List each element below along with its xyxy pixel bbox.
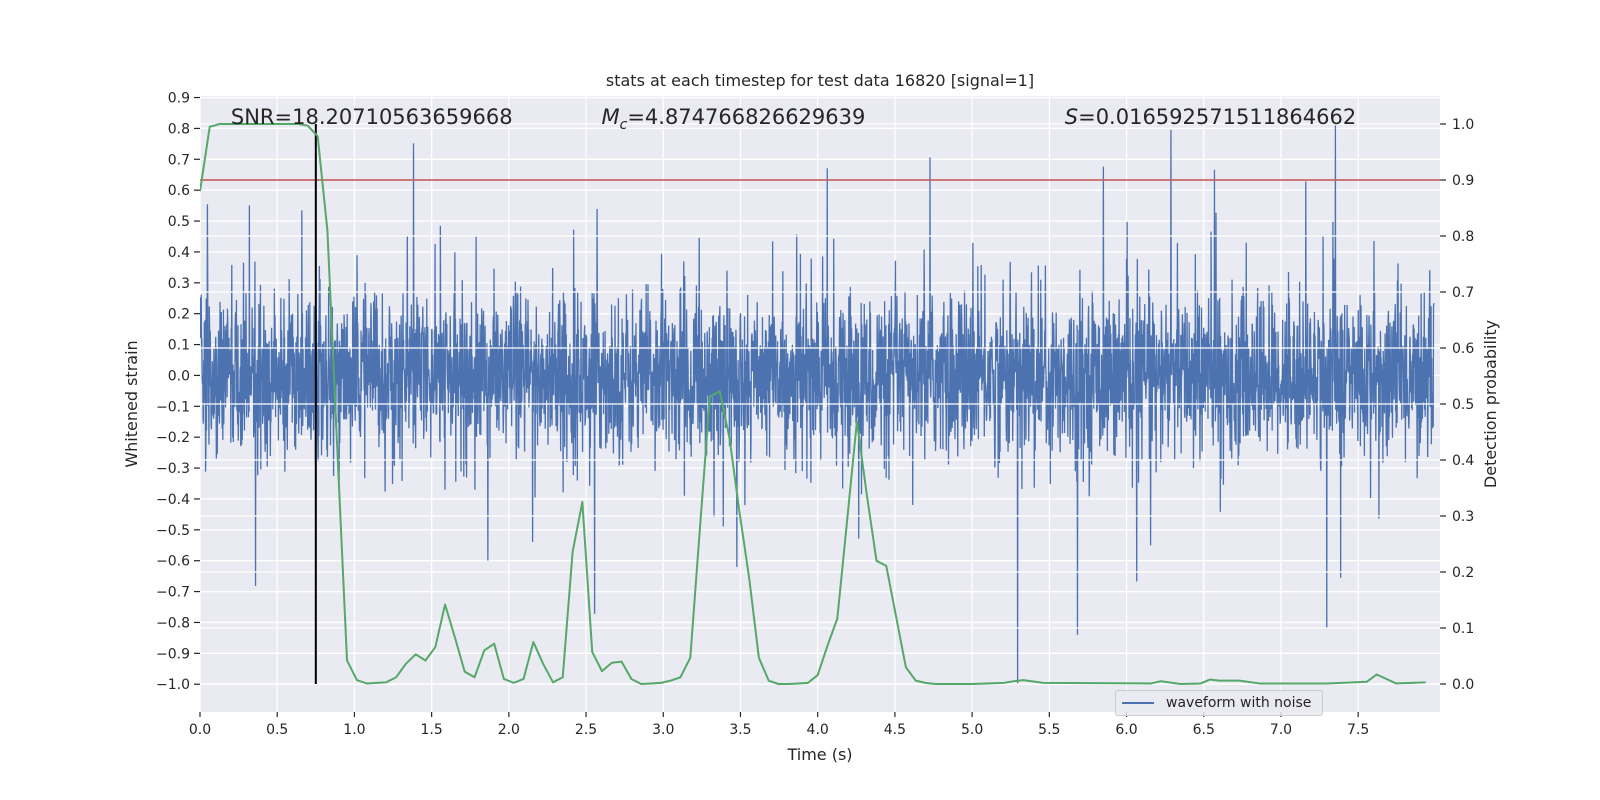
y-tick-label: 0.2	[168, 307, 190, 323]
annotation-text: S=0.016592571511864662	[1065, 105, 1356, 129]
x-tick-label: 2.0	[498, 722, 520, 738]
y-tick-label: 0.5	[168, 214, 190, 230]
y-tick-label: −0.2	[156, 430, 190, 446]
right-y-tick-label: 1.0	[1452, 117, 1474, 133]
y-tick-label: 0.4	[168, 245, 190, 261]
x-tick-label: 4.0	[807, 722, 829, 738]
right-y-tick-label: 0.3	[1452, 509, 1474, 525]
x-tick-label: 5.0	[961, 722, 983, 738]
annotation-value: =4.874766826629639	[627, 105, 865, 129]
right-y-tick-label: 0.6	[1452, 341, 1474, 357]
x-tick-label: 1.5	[420, 722, 442, 738]
x-tick-label: 1.0	[343, 722, 365, 738]
annotation-value: SNR=18.20710563659668	[231, 105, 513, 129]
right-y-tick-label: 0.2	[1452, 565, 1474, 581]
y-tick-label: 0.8	[168, 121, 190, 137]
annotation-text: Mc=4.874766826629639	[601, 105, 865, 133]
x-tick-label: 2.5	[575, 722, 597, 738]
y-tick-label: −0.4	[156, 492, 190, 508]
annotation-value: =0.016592571511864662	[1078, 105, 1356, 129]
y-tick-label: −0.3	[156, 461, 190, 477]
legend-label-waveform: waveform with noise	[1166, 695, 1312, 711]
x-tick-label: 6.0	[1115, 722, 1137, 738]
y-tick-label: 0.0	[168, 368, 190, 384]
y-tick-label: −0.5	[156, 523, 190, 539]
x-tick-label: 7.0	[1270, 722, 1292, 738]
annotations: SNR=18.20710563659668 Mc=4.87476682662963…	[231, 105, 1356, 133]
right-y-tick-label: 0.7	[1452, 285, 1474, 301]
right-y-tick-label: 0.0	[1452, 677, 1474, 693]
chart: 0.0 0.5 1.0 1.5 2.0 2.5 3.0 3.5 4.0 4.5 5.0 5.5 6.0 6…	[122, 71, 1500, 764]
right-y-tick-label: 0.4	[1452, 453, 1474, 469]
annotation-symbol: M	[601, 105, 619, 129]
chart-title: stats at each timestep for test data 168…	[606, 71, 1034, 90]
y-tick-label: −0.1	[156, 399, 190, 415]
x-tick-label: 0.0	[189, 722, 211, 738]
legend: waveform with noise	[1115, 690, 1323, 716]
y-tick-label: −0.6	[156, 554, 190, 570]
annotation-symbol: S	[1065, 105, 1078, 129]
right-y-tick-label: 0.9	[1452, 173, 1474, 189]
right-y-tick-label: 0.1	[1452, 621, 1474, 637]
x-tick-label: 4.5	[884, 722, 906, 738]
annotation-text: SNR=18.20710563659668	[231, 105, 513, 129]
y-tick-label: 0.9	[168, 91, 190, 107]
x-tick-label: 6.5	[1193, 722, 1215, 738]
x-tick-label: 7.5	[1347, 722, 1369, 738]
y-tick-label: −0.7	[156, 585, 190, 601]
right-y-axis-ticks: 0.0 0.1 0.2 0.3 0.4 0.5 0.6 0.7 0.8 0.9 1.0	[1440, 117, 1474, 693]
x-axis-label: Time (s)	[786, 745, 852, 764]
y-tick-label: −0.8	[156, 615, 190, 631]
right-y-axis-label: Detection probability	[1481, 320, 1500, 488]
y-tick-label: −1.0	[156, 677, 190, 693]
x-tick-label: 0.5	[266, 722, 288, 738]
y-tick-label: 0.7	[168, 152, 190, 168]
y-axis-label: Whitened strain	[122, 340, 141, 467]
right-y-tick-label: 0.8	[1452, 229, 1474, 245]
y-tick-label: 0.6	[168, 183, 190, 199]
x-tick-label: 3.5	[729, 722, 751, 738]
left-y-axis-ticks: 0.9 0.8 0.7 0.6 0.5 0.4 0.3 0.2 0.1 0.0 −0.1 −0.2 −0…	[156, 91, 200, 693]
y-tick-label: 0.1	[168, 338, 190, 354]
y-tick-label: 0.3	[168, 276, 190, 292]
x-tick-label: 3.0	[652, 722, 674, 738]
x-tick-label: 5.5	[1038, 722, 1060, 738]
legend-swatch-waveform	[1122, 701, 1154, 705]
right-y-tick-label: 0.5	[1452, 397, 1474, 413]
y-tick-label: −0.9	[156, 646, 190, 662]
